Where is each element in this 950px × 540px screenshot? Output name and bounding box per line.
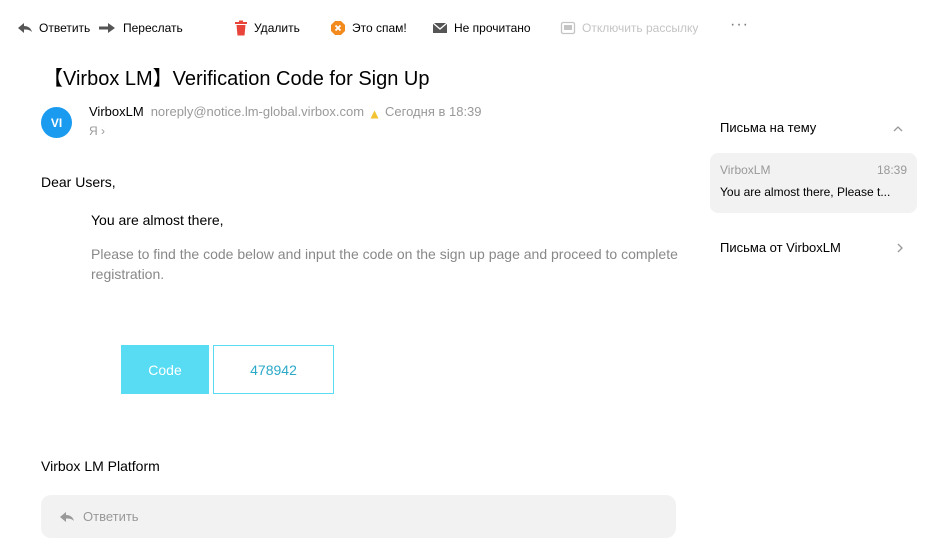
reply-arrow-icon <box>17 20 33 36</box>
reply-label: Ответить <box>39 21 91 35</box>
sender-mark-icon <box>370 107 379 119</box>
more-actions-button[interactable]: ··· <box>730 16 749 34</box>
quick-reply-label: Ответить <box>83 509 139 524</box>
spam-button[interactable]: Это спам! <box>330 19 407 37</box>
reply-button[interactable]: Ответить <box>17 19 90 37</box>
spam-label: Это спам! <box>352 21 407 35</box>
email-date: Сегодня в 18:39 <box>385 104 482 119</box>
thread-message-sender: VirboxLM <box>720 163 771 177</box>
code-label: Code <box>121 345 209 394</box>
email-heading-text: You are almost there, <box>91 212 224 228</box>
thread-message-time: 18:39 <box>876 163 907 177</box>
verification-code: 478942 <box>213 345 334 394</box>
recipient-toggle[interactable]: Я › <box>89 124 105 138</box>
email-signature: Virbox LM Platform <box>41 458 160 474</box>
unsubscribe-button[interactable]: Отключить рассылку <box>560 19 698 37</box>
delete-button[interactable]: Удалить <box>234 19 300 37</box>
toolbar: Ответить Переслать Удалить Это спам! Не … <box>0 0 950 52</box>
forward-button[interactable]: Переслать <box>97 19 183 37</box>
sender-name[interactable]: VirboxLM <box>89 104 144 119</box>
messages-from-sender-link[interactable]: Письма от VirboxLM <box>720 240 841 255</box>
delete-label: Удалить <box>254 21 300 35</box>
thread-message-snippet: You are almost there, Please t... <box>720 185 891 199</box>
sender-line: VirboxLM noreply@notice.lm-global.virbox… <box>89 104 482 119</box>
thread-section-title[interactable]: Письма на тему <box>720 120 816 135</box>
avatar-initials: VI <box>50 115 63 130</box>
unsubscribe-icon <box>560 20 576 36</box>
email-greeting: Dear Users, <box>41 174 116 190</box>
sender-email[interactable]: noreply@notice.lm-global.virbox.com <box>151 104 364 119</box>
sender-avatar[interactable]: VI <box>41 107 72 138</box>
quick-reply-input[interactable]: Ответить <box>41 495 676 538</box>
thread-message-card[interactable]: VirboxLM 18:39 You are almost there, Ple… <box>710 153 917 213</box>
unread-label: Не прочитано <box>454 21 531 35</box>
reply-arrow-icon <box>59 510 75 524</box>
spam-icon <box>330 20 346 36</box>
unsubscribe-label: Отключить рассылку <box>582 21 699 35</box>
trash-icon <box>234 20 248 36</box>
chevron-up-icon[interactable] <box>892 121 904 132</box>
email-subject: 【Virbox LM】Verification Code for Sign Up <box>43 68 430 90</box>
email-instructions: Please to find the code below and input … <box>91 246 678 282</box>
mark-unread-button[interactable]: Не прочитано <box>432 19 531 37</box>
forward-arrow-icon <box>97 20 117 36</box>
envelope-icon <box>432 20 448 36</box>
forward-label: Переслать <box>123 21 183 35</box>
chevron-right-icon[interactable] <box>895 241 905 253</box>
